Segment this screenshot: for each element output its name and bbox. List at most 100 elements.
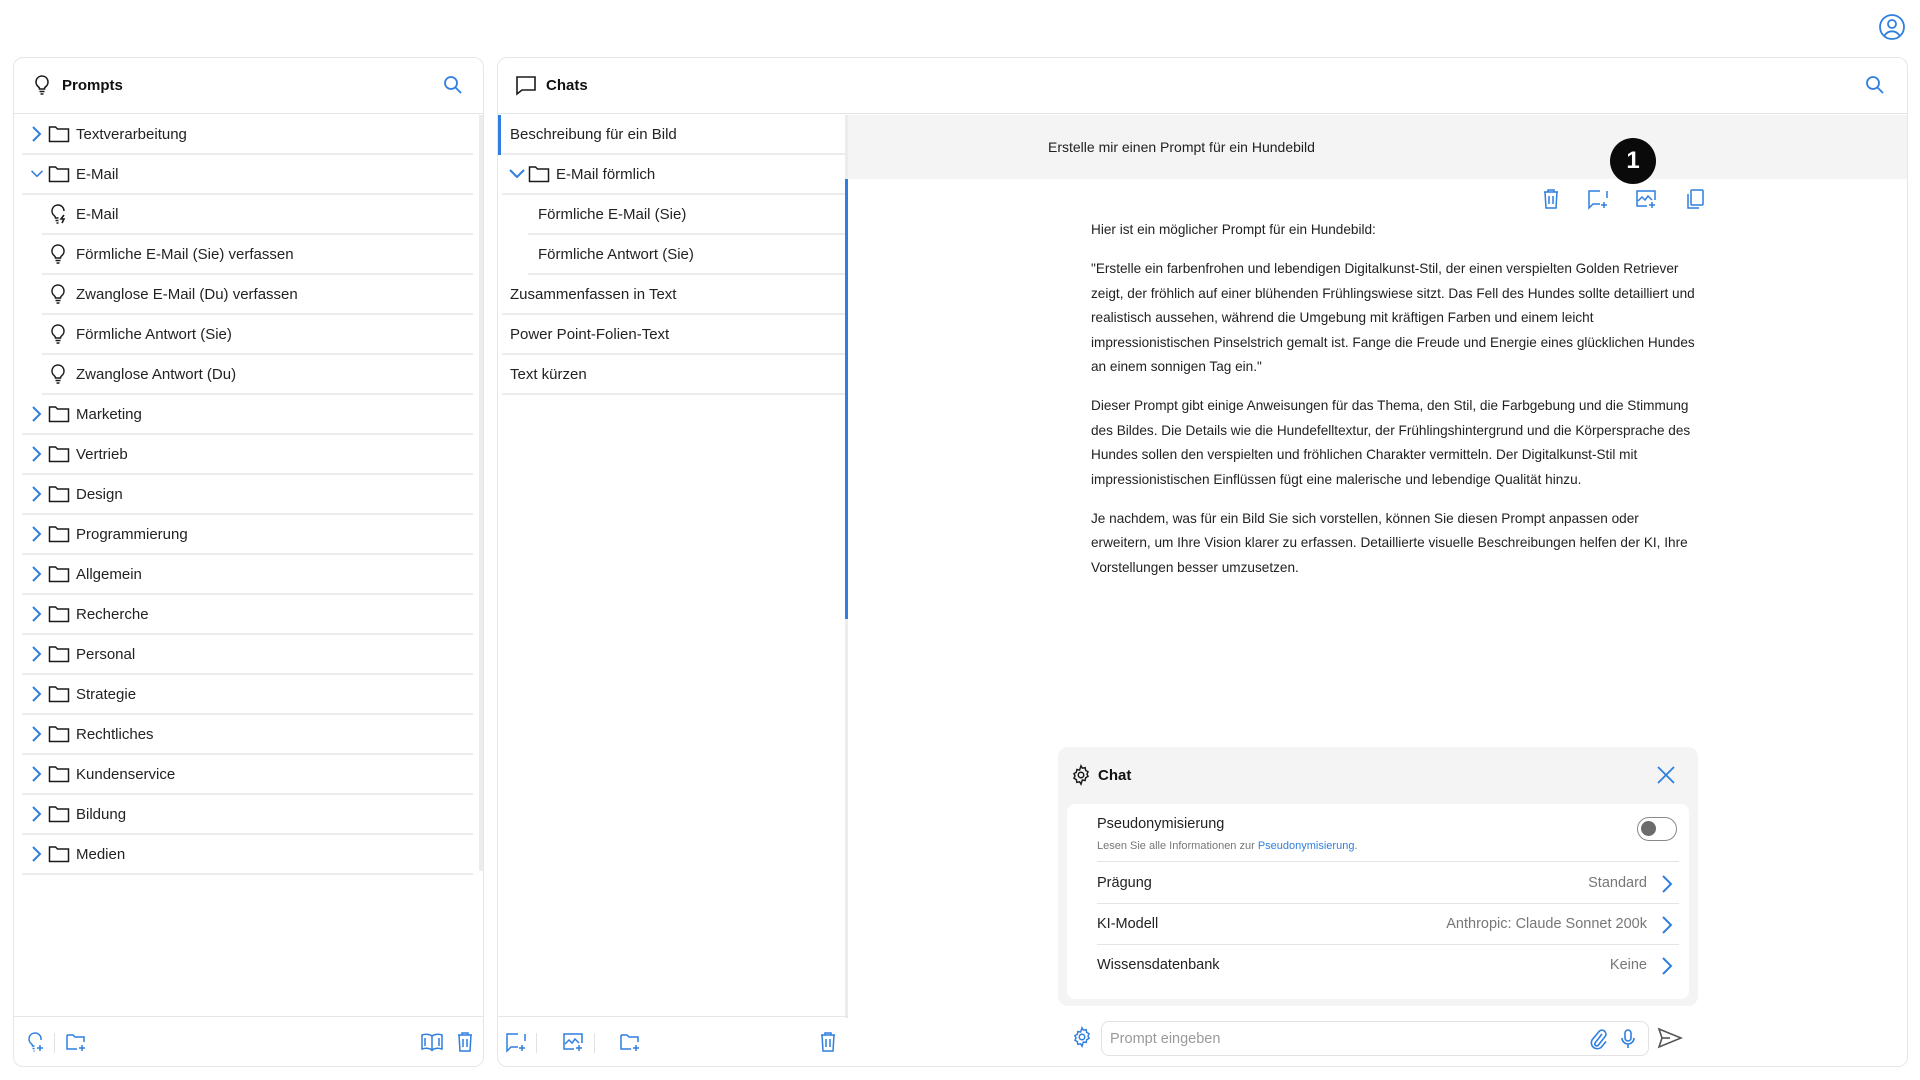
trash-icon[interactable] xyxy=(816,1030,840,1054)
prompt-item[interactable]: Förmliche E-Mail (Sie) verfassen xyxy=(42,235,473,275)
chevron-right-icon[interactable] xyxy=(30,685,44,703)
chat-list: Beschreibung für ein Bild E-Mail förmlich… xyxy=(498,115,848,1018)
prompt-item[interactable]: E-Mail xyxy=(42,195,473,235)
send-icon[interactable] xyxy=(1657,1026,1683,1050)
chevron-down-icon[interactable] xyxy=(30,165,44,183)
prompt-folder[interactable]: Marketing xyxy=(22,395,473,435)
setting-label: Wissensdatenbank xyxy=(1097,957,1220,973)
chats-title: Chats xyxy=(546,77,588,94)
gear-icon[interactable] xyxy=(1071,1026,1093,1048)
prompt-folder[interactable]: Vertrieb xyxy=(22,435,473,475)
search-icon[interactable] xyxy=(441,73,465,97)
chevron-right-icon[interactable] xyxy=(30,845,44,863)
user-circle-icon xyxy=(1879,14,1905,40)
new-image-chat-icon[interactable] xyxy=(561,1030,585,1054)
info-text: Lesen Sie alle Informationen zur xyxy=(1097,840,1258,852)
prompt-folder[interactable]: Medien xyxy=(22,835,473,875)
new-image-icon[interactable] xyxy=(1634,187,1658,211)
setting-row-wissensdatenbank[interactable]: Wissensdatenbank Keine xyxy=(1097,945,1679,986)
pseudonymization-label: Pseudonymisierung xyxy=(1097,816,1225,832)
prompt-item[interactable]: Zwanglose E-Mail (Du) verfassen xyxy=(42,275,473,315)
new-chat-icon[interactable] xyxy=(1586,187,1610,211)
chat-list-scrollbar-thumb[interactable] xyxy=(845,179,848,619)
chevron-right-icon[interactable] xyxy=(30,765,44,783)
prompt-folder[interactable]: Kundenservice xyxy=(22,755,473,795)
chevron-right-icon[interactable] xyxy=(30,125,44,143)
prompts-scrollbar[interactable] xyxy=(479,115,483,871)
lightbulb-icon xyxy=(51,324,65,344)
chevron-right-icon[interactable] xyxy=(30,485,44,503)
new-prompt-icon[interactable] xyxy=(24,1030,48,1054)
chat-item[interactable]: Förmliche Antwort (Sie) xyxy=(528,235,848,275)
chevron-right-icon[interactable] xyxy=(30,445,44,463)
prompt-label: Rechtliches xyxy=(76,725,154,743)
prompt-folder[interactable]: Personal xyxy=(22,635,473,675)
chat-folder[interactable]: E-Mail förmlich xyxy=(502,155,848,195)
folder-icon xyxy=(48,606,70,623)
prompt-input[interactable] xyxy=(1110,1022,1550,1055)
prompt-folder[interactable]: Design xyxy=(22,475,473,515)
footer-separator xyxy=(536,1033,537,1053)
response-paragraph: Hier ist ein möglicher Prompt für ein Hu… xyxy=(1091,222,1376,237)
trash-icon[interactable] xyxy=(1539,187,1563,211)
prompt-folder[interactable]: Strategie xyxy=(22,675,473,715)
pseudonymization-row: Pseudonymisierung Lesen Sie alle Informa… xyxy=(1097,804,1679,862)
response-paragraph: "Erstelle ein farbenfrohen und lebendige… xyxy=(1091,261,1695,375)
prompt-label: Personal xyxy=(76,645,136,663)
chevron-right-icon[interactable] xyxy=(30,405,44,423)
chevron-right-icon[interactable] xyxy=(30,525,44,543)
chat-item[interactable]: Text kürzen xyxy=(502,355,848,395)
chevron-right-icon[interactable] xyxy=(30,805,44,823)
prompt-folder[interactable]: E-Mail xyxy=(22,155,473,195)
trash-icon[interactable] xyxy=(453,1030,477,1054)
pseudonymization-link[interactable]: Pseudonymisierung xyxy=(1258,840,1355,852)
close-icon[interactable] xyxy=(1654,763,1678,787)
chat-item[interactable]: Zusammenfassen in Text xyxy=(502,275,848,315)
pseudonymization-toggle[interactable] xyxy=(1637,817,1677,841)
prompt-folder[interactable]: Rechtliches xyxy=(22,715,473,755)
new-folder-icon[interactable] xyxy=(64,1030,88,1054)
settings-card: Pseudonymisierung Lesen Sie alle Informa… xyxy=(1067,804,1689,999)
prompt-item[interactable]: Förmliche Antwort (Sie) xyxy=(42,315,473,355)
chevron-right-icon[interactable] xyxy=(30,645,44,663)
chat-settings-popover: Chat Pseudonymisierung Lesen Sie alle In… xyxy=(1058,747,1698,1006)
paperclip-icon[interactable] xyxy=(1588,1028,1608,1050)
user-profile-button[interactable] xyxy=(1878,13,1906,41)
chevron-right-icon[interactable] xyxy=(30,565,44,583)
lightbulb-icon xyxy=(51,244,65,264)
info-suffix: . xyxy=(1354,840,1358,852)
prompt-folder[interactable]: Textverarbeitung xyxy=(22,115,473,155)
chat-item[interactable]: Beschreibung für ein Bild xyxy=(502,115,848,155)
chat-item[interactable]: Förmliche E-Mail (Sie) xyxy=(528,195,848,235)
folder-icon xyxy=(48,446,70,463)
lightbulb-icon xyxy=(35,75,49,95)
prompt-label: Medien xyxy=(76,845,126,863)
chat-item[interactable]: Power Point-Folien-Text xyxy=(502,315,848,355)
chevron-down-icon[interactable] xyxy=(508,167,526,181)
gear-icon xyxy=(1072,764,1090,786)
chat-label: E-Mail förmlich xyxy=(556,165,656,183)
chats-panel: Chats Beschreibung für ein Bild E-Mail fö… xyxy=(497,57,1908,1067)
new-chat-icon[interactable] xyxy=(504,1030,528,1054)
microphone-icon[interactable] xyxy=(1618,1028,1638,1050)
search-icon[interactable] xyxy=(1863,73,1887,97)
prompt-label: Vertrieb xyxy=(76,445,128,463)
chevron-right-icon[interactable] xyxy=(30,725,44,743)
chat-label: Förmliche Antwort (Sie) xyxy=(538,245,694,263)
prompt-folder[interactable]: Programmierung xyxy=(22,515,473,555)
prompts-panel: Prompts Textverarbeitung E-Mail E-Mail Förm… xyxy=(13,57,484,1067)
chevron-right-icon[interactable] xyxy=(30,605,44,623)
copy-icon[interactable] xyxy=(1683,187,1707,211)
library-icon[interactable] xyxy=(420,1030,444,1054)
prompt-folder[interactable]: Recherche xyxy=(22,595,473,635)
prompt-label: Zwanglose Antwort (Du) xyxy=(76,365,237,383)
lightbulb-bolt-icon xyxy=(51,204,66,224)
prompt-folder[interactable]: Bildung xyxy=(22,795,473,835)
prompt-folder[interactable]: Allgemein xyxy=(22,555,473,595)
prompt-item[interactable]: Zwanglose Antwort (Du) xyxy=(42,355,473,395)
new-folder-icon[interactable] xyxy=(618,1030,642,1054)
setting-row-praegung[interactable]: Prägung Standard xyxy=(1097,863,1679,904)
setting-row-ki-modell[interactable]: KI-Modell Anthropic: Claude Sonnet 200k xyxy=(1097,904,1679,945)
prompt-label: Marketing xyxy=(76,405,142,423)
chevron-right-icon xyxy=(1662,916,1673,934)
